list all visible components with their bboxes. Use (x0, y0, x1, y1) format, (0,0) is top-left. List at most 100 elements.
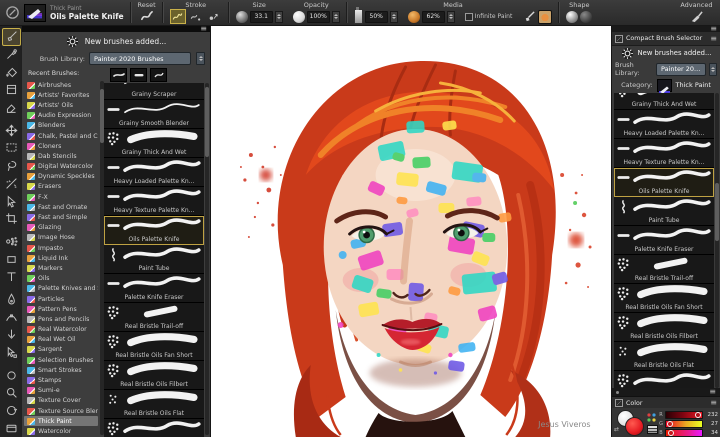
category-item[interactable]: Real Wet Oil (24, 335, 98, 345)
variant-scrollbar[interactable] (715, 93, 719, 388)
category-item[interactable]: Texture Cover (24, 396, 98, 406)
brush-variant-item[interactable]: Real Bristle Oils Fan Short (614, 284, 714, 313)
collapse-icon[interactable] (615, 34, 623, 43)
tool-transform[interactable] (2, 121, 21, 139)
brush-variant-item[interactable]: Grainy Smooth Blender (104, 100, 204, 129)
brush-variant-item[interactable]: Palette Knife Eraser (614, 226, 714, 255)
brush-variant-item[interactable]: Heavy Texture Palette Kn... (614, 139, 714, 168)
panel-menu-icon[interactable]: ≡ (710, 24, 717, 32)
category-item[interactable]: Fast and Ornate (24, 202, 98, 212)
panel-options-icon[interactable]: ≡ (710, 34, 717, 42)
category-item[interactable]: Cloners (24, 141, 98, 151)
category-item[interactable]: Image Hose (24, 233, 98, 243)
panel-menu-icon[interactable]: ≡ (709, 388, 716, 396)
brush-variant-item[interactable]: Palette Knife Eraser (104, 274, 204, 303)
blue-slider[interactable] (665, 428, 703, 437)
category-row[interactable]: Category: Thick Paint (612, 77, 720, 93)
brush-variant-item[interactable]: Heavy Loaded Palette Kn... (614, 110, 714, 139)
infinite-paint-checkbox[interactable] (464, 12, 473, 21)
tool-rect-shape[interactable] (2, 250, 21, 268)
tool-eraser[interactable] (2, 99, 21, 117)
paint-flow-icon[interactable] (353, 7, 363, 24)
media-flow-stepper[interactable] (389, 10, 398, 23)
green-value[interactable]: 27 (705, 421, 718, 427)
tool-text[interactable] (2, 268, 21, 286)
collapse-icon[interactable] (615, 399, 623, 407)
brush-variant-item[interactable]: Real Bristle Oils Flat (614, 342, 714, 371)
media-grain-stepper[interactable] (446, 10, 455, 23)
new-brushes-banner[interactable]: New brushes added... (612, 45, 720, 61)
category-item[interactable]: Airbrushes (24, 80, 98, 90)
brush-variant-item[interactable]: Paint Tube (104, 245, 204, 274)
size-flyout-icon[interactable] (235, 10, 248, 23)
color-layers-icon[interactable] (647, 425, 658, 434)
red-slider[interactable] (665, 410, 703, 419)
brush-variant-item[interactable]: Grainy Thick And Wet (104, 129, 204, 158)
brush-variant-item[interactable]: Heavy Loaded Palette Kn... (104, 158, 204, 187)
category-item[interactable]: Markers (24, 263, 98, 273)
tool-pen[interactable] (2, 291, 21, 309)
brush-variant-item[interactable]: Paint Tube (614, 197, 714, 226)
category-item[interactable]: Particles (24, 294, 98, 304)
tool-lasso[interactable] (2, 157, 21, 175)
main-color-swatch[interactable] (625, 417, 644, 436)
category-item[interactable]: Selection Brushes (24, 355, 98, 365)
brush-variant-item[interactable]: Real Bristle Trail-off (614, 255, 714, 284)
category-item[interactable]: Erasers (24, 182, 98, 192)
category-item[interactable]: Stamps (24, 375, 98, 385)
new-brushes-banner[interactable]: New brushes added... (22, 33, 210, 50)
tool-shape-select[interactable] (2, 344, 21, 362)
category-item[interactable]: Dab Stencils (24, 151, 98, 161)
brush-variant-item[interactable]: Oils Palette Knife (104, 216, 204, 245)
current-brush[interactable]: Thick Paint Oils Palette Knife (0, 0, 129, 25)
media-flow-value[interactable]: 50% (364, 10, 388, 23)
category-item[interactable]: Oils (24, 274, 98, 284)
category-item[interactable]: Liquid Ink (24, 253, 98, 263)
media-grain-value[interactable]: 62% (421, 10, 445, 23)
tool-crop[interactable] (2, 210, 21, 228)
tool-dropper[interactable] (2, 46, 21, 64)
brush-library-stepper[interactable] (196, 52, 205, 65)
dab-options-button[interactable] (206, 9, 222, 24)
category-item[interactable]: Real Watercolor (24, 325, 98, 335)
brush-library-dropdown[interactable]: Painter 2020 Brushes (89, 52, 191, 65)
right-panel-titlebar[interactable]: Compact Brush Selector ≡ (612, 32, 720, 46)
brush-variant-item[interactable]: Grainy Thick And Wet (614, 93, 714, 110)
reset-brush-button[interactable] (140, 10, 153, 23)
dab-texture-icon[interactable] (580, 10, 593, 23)
tool-magic-wand[interactable] (2, 175, 21, 193)
tool-rotate-page[interactable] (2, 402, 21, 420)
category-item[interactable]: Fast and Simple (24, 212, 98, 222)
grain-icon[interactable] (407, 10, 420, 23)
recent-brush-thumb[interactable] (130, 68, 147, 82)
tool-paint-bucket[interactable] (2, 63, 21, 81)
category-item[interactable]: Chalk, Pastel and Cra... (24, 131, 98, 141)
tool-paper[interactable] (2, 81, 21, 99)
tool-brush[interactable] (1, 28, 21, 46)
tool-convert-point[interactable] (2, 326, 21, 344)
category-item[interactable]: Sargent (24, 345, 98, 355)
category-item[interactable]: Impasto (24, 243, 98, 253)
dab-shape-icon[interactable] (566, 10, 579, 23)
straight-stroke-button[interactable] (188, 9, 204, 24)
category-item[interactable]: Thick Paint (24, 416, 98, 427)
category-item[interactable]: Digital Watercolor (24, 162, 98, 172)
variant-scrollbar[interactable] (205, 83, 209, 435)
category-item[interactable]: Artists' Favorites (24, 90, 98, 100)
media-swatch-icon[interactable] (538, 9, 553, 24)
swap-colors-icon[interactable]: ⇄ (614, 426, 619, 433)
opacity-flyout-icon[interactable] (292, 10, 305, 23)
opacity-value[interactable]: 100% (306, 10, 330, 23)
category-item[interactable]: Watercolor (24, 426, 98, 436)
brush-library-stepper[interactable] (708, 62, 717, 76)
category-item[interactable]: Glazing (24, 223, 98, 233)
pen-mode-icon[interactable] (523, 10, 536, 23)
brush-variant-item[interactable]: Smooth Round Oils (614, 371, 714, 388)
advanced-brush-button[interactable] (690, 10, 703, 23)
category-item[interactable]: Audio Expression (24, 111, 98, 121)
brush-variant-item[interactable]: Real Bristle Oils Fan Short (104, 332, 204, 361)
tool-layer-adjuster[interactable] (2, 192, 21, 210)
brush-variant-item[interactable]: Real Bristle Oils Filbert (104, 361, 204, 390)
red-value[interactable]: 232 (705, 412, 719, 418)
opacity-stepper[interactable] (331, 10, 340, 23)
